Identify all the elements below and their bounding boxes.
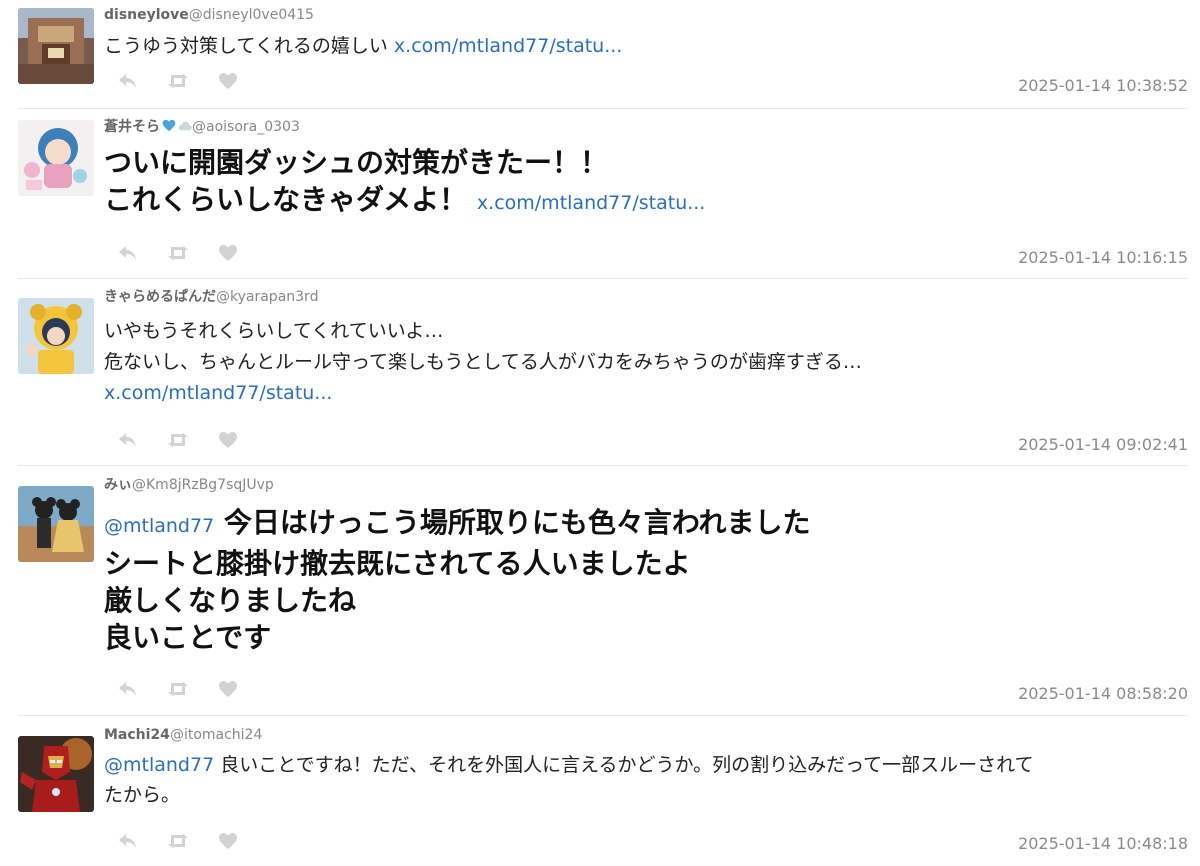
reply-icon[interactable] <box>116 678 140 700</box>
user-handle[interactable]: @kyarapan3rd <box>216 289 318 305</box>
mention-link[interactable]: @mtland77 <box>104 515 214 537</box>
tweet-actions <box>116 830 266 852</box>
tweet: Machi24@itomachi24 @mtland77 良いことですね！ただ、… <box>18 726 1188 866</box>
tweet-timestamp[interactable]: 2025-01-14 08:58:20 <box>1018 684 1188 703</box>
mention-link[interactable]: @mtland77 <box>104 754 214 776</box>
user-handle[interactable]: @disneyl0ve0415 <box>189 7 314 23</box>
reply-icon[interactable] <box>116 830 140 852</box>
tweet-text: いやもうそれくらいしてくれていいよ… 危ないし、ちゃんとルール守って楽しもうとし… <box>104 316 1188 409</box>
user-handle[interactable]: @Km8jRzBg7sqJUvp <box>132 477 274 493</box>
avatar-image <box>18 736 94 812</box>
tweet-text-segment: シートと膝掛け撤去既にされてる人いましたよ <box>104 547 691 580</box>
reply-icon[interactable] <box>116 242 140 264</box>
retweet-icon[interactable] <box>166 830 190 852</box>
display-name[interactable]: みぃ <box>104 477 132 493</box>
tweet-feed: disneylove@disneyl0ve0415 こうゆう対策してくれるの嬉し… <box>0 0 1200 866</box>
cloud-icon <box>178 121 192 131</box>
tweet-text-segment: 今日はけっこう場所取りにも色々言われました <box>214 506 811 539</box>
tweet-header: 蒼井そら @aoisora_0303 <box>104 118 1188 136</box>
tweet-timestamp[interactable]: 2025-01-14 10:38:52 <box>1018 76 1188 95</box>
heart-icon[interactable] <box>216 429 240 451</box>
avatar-image <box>18 120 94 196</box>
avatar[interactable] <box>18 8 94 84</box>
tweet-text-segment: これくらいしなきゃダメよ！ <box>104 183 477 216</box>
tweet-text-segment: 良いことですね！ただ、それを外国人に言えるかどうか。列の割り込みだって一部スルー… <box>214 754 1034 776</box>
heart-icon[interactable] <box>216 678 240 700</box>
tweet-text: ついに開園ダッシュの対策がきたー！！ これくらいしなきゃダメよ！ x.com/m… <box>104 144 1188 222</box>
heart-icon[interactable] <box>216 70 240 92</box>
tweet-text-segment: こうゆう対策してくれるの嬉しい <box>104 35 394 57</box>
tweet: きゃらめるぱんだ@kyarapan3rd いやもうそれくらいしてくれていいよ… … <box>18 288 1188 466</box>
tweet-header: disneylove@disneyl0ve0415 <box>104 6 1188 24</box>
avatar-image <box>18 486 94 562</box>
avatar[interactable] <box>18 120 94 196</box>
tweet-text-segment: 良いことです <box>104 621 272 654</box>
tweet-text: @mtland77 良いことですね！ただ、それを外国人に言えるかどうか。列の割り… <box>104 750 1188 810</box>
display-name[interactable]: Machi24 <box>104 727 170 743</box>
tweet: 蒼井そら @aoisora_0303 ついに開園ダッシュの対策がきたー！！ これく… <box>18 118 1188 279</box>
tweet-header: Machi24@itomachi24 <box>104 726 1188 744</box>
retweet-icon[interactable] <box>166 429 190 451</box>
tweet-timestamp[interactable]: 2025-01-14 09:02:41 <box>1018 435 1188 454</box>
tweet-link[interactable]: x.com/mtland77/statu... <box>477 192 705 214</box>
heart-icon[interactable] <box>216 242 240 264</box>
blue-heart-icon <box>162 119 176 132</box>
retweet-icon[interactable] <box>166 678 190 700</box>
tweet-actions <box>116 70 266 92</box>
retweet-icon[interactable] <box>166 242 190 264</box>
user-handle[interactable]: @itomachi24 <box>170 727 262 743</box>
tweet-timestamp[interactable]: 2025-01-14 10:48:18 <box>1018 834 1188 853</box>
display-name[interactable]: きゃらめるぱんだ <box>104 289 216 305</box>
avatar-image <box>18 8 94 84</box>
tweet-text: こうゆう対策してくれるの嬉しい x.com/mtland77/statu... <box>104 32 1188 60</box>
tweet-text-segment: たから。 <box>104 784 181 806</box>
avatar[interactable] <box>18 486 94 562</box>
tweet-actions <box>116 678 266 700</box>
avatar-image <box>18 298 94 374</box>
avatar[interactable] <box>18 298 94 374</box>
tweet: みぃ@Km8jRzBg7sqJUvp @mtland77 今日はけっこう場所取り… <box>18 476 1188 716</box>
display-name[interactable]: 蒼井そら <box>104 119 160 135</box>
avatar[interactable] <box>18 736 94 812</box>
tweet-actions <box>116 242 266 264</box>
user-handle[interactable]: @aoisora_0303 <box>192 119 300 135</box>
tweet-text-segment: ついに開園ダッシュの対策がきたー！！ <box>104 146 609 179</box>
retweet-icon[interactable] <box>166 70 190 92</box>
tweet-text-segment: 危ないし、ちゃんとルール守って楽しもうとしてる人がバカをみちゃうのが歯痒すぎる… <box>104 351 862 373</box>
tweet-actions <box>116 429 266 451</box>
tweet-header: みぃ@Km8jRzBg7sqJUvp <box>104 476 1188 494</box>
tweet-text: @mtland77 今日はけっこう場所取りにも色々言われました シートと膝掛け撤… <box>104 504 1188 656</box>
heart-icon[interactable] <box>216 830 240 852</box>
tweet-timestamp[interactable]: 2025-01-14 10:16:15 <box>1018 248 1188 267</box>
tweet-link[interactable]: x.com/mtland77/statu... <box>104 382 332 404</box>
reply-icon[interactable] <box>116 70 140 92</box>
tweet: disneylove@disneyl0ve0415 こうゆう対策してくれるの嬉し… <box>18 6 1188 109</box>
tweet-header: きゃらめるぱんだ@kyarapan3rd <box>104 288 1188 306</box>
tweet-link[interactable]: x.com/mtland77/statu... <box>394 35 622 57</box>
display-name[interactable]: disneylove <box>104 7 189 23</box>
reply-icon[interactable] <box>116 429 140 451</box>
tweet-text-segment: 厳しくなりましたね <box>104 584 357 617</box>
tweet-text-segment: いやもうそれくらいしてくれていいよ… <box>104 320 444 342</box>
